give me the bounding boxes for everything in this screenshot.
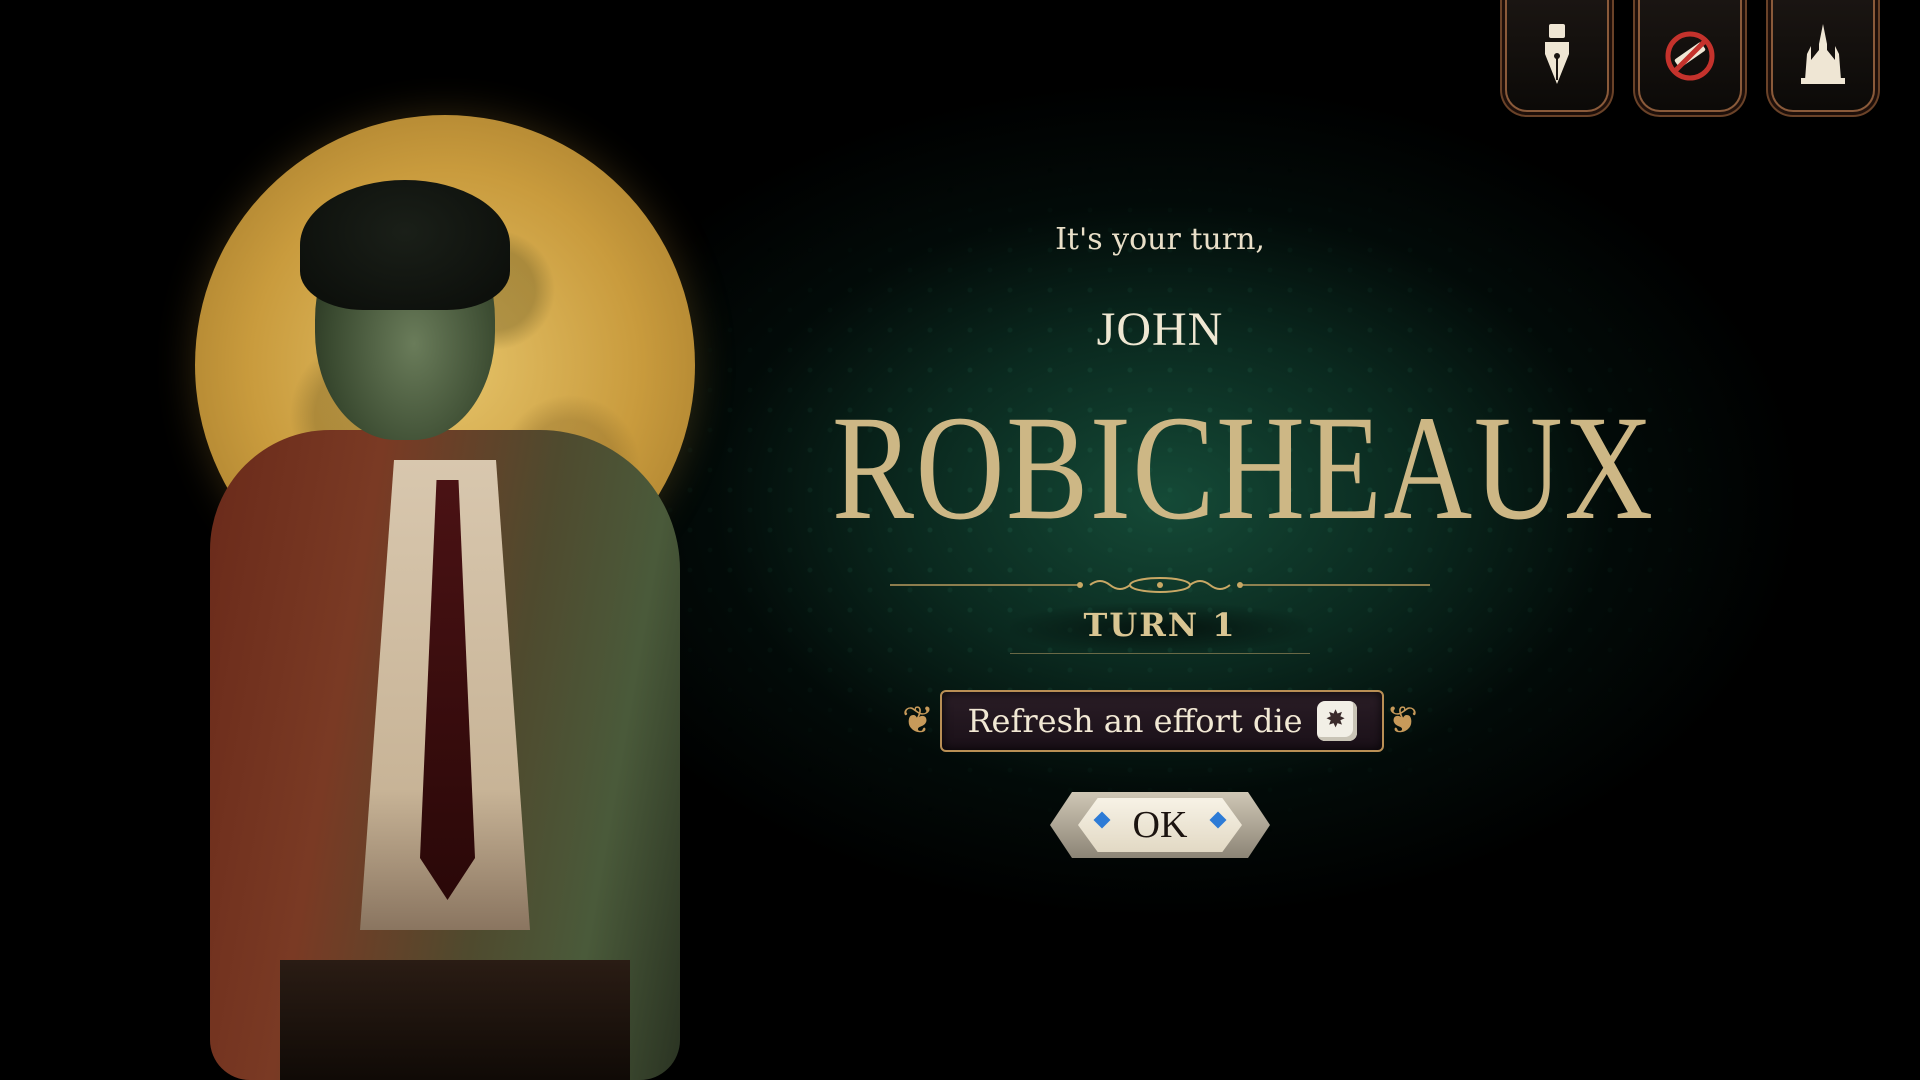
ornamental-divider xyxy=(890,577,1430,593)
character-hair xyxy=(300,180,510,310)
character-legs xyxy=(280,960,630,1080)
player-first-name: JOHN xyxy=(1096,303,1224,356)
left-scroll-ornament: ❦ xyxy=(902,698,934,742)
no-gun-icon xyxy=(1665,31,1715,81)
ok-button[interactable]: OK xyxy=(1050,792,1270,858)
player-last-name: ROBICHEAUX xyxy=(832,385,1655,551)
action-banner: ❦ Refresh an effort die ❦ xyxy=(900,690,1420,752)
journal-button[interactable] xyxy=(1505,0,1609,112)
action-text: Refresh an effort die xyxy=(967,702,1303,740)
fountain-pen-icon xyxy=(1545,24,1569,84)
cathedral-icon xyxy=(1801,24,1845,84)
character-portrait xyxy=(100,100,800,1080)
turn-counter: TURN 1 xyxy=(1010,603,1310,654)
location-button[interactable] xyxy=(1771,0,1875,112)
effort-die-icon xyxy=(1316,701,1357,741)
combat-toggle-button[interactable] xyxy=(1638,0,1742,112)
right-scroll-ornament: ❦ xyxy=(1386,698,1418,742)
turn-subtitle: It's your turn, xyxy=(1055,222,1265,257)
action-banner-plate: Refresh an effort die xyxy=(940,690,1384,752)
ok-button-label: OK xyxy=(1132,804,1188,846)
